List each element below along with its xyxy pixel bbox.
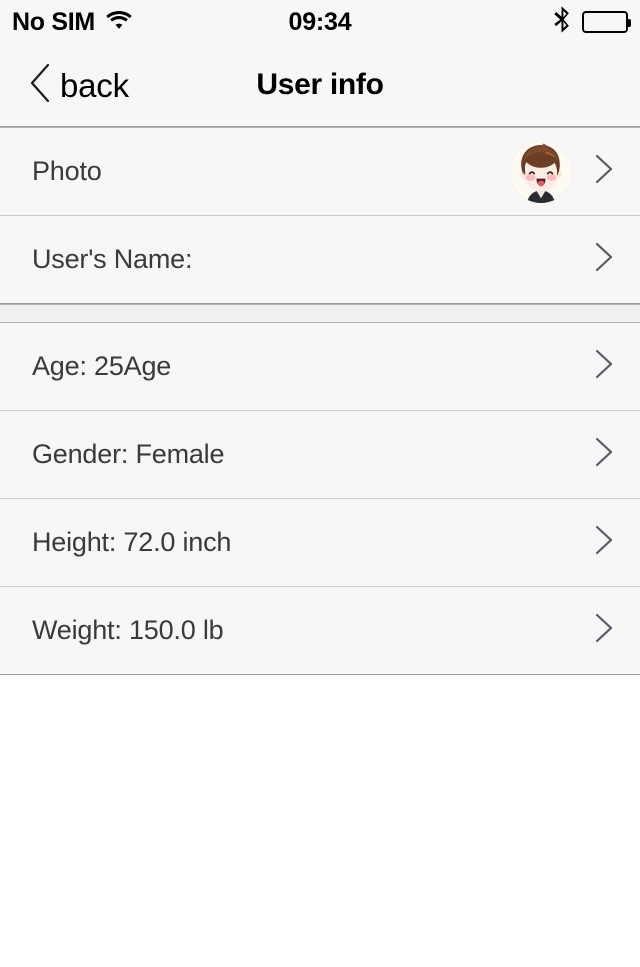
row-weight[interactable]: Weight: 150.0 lb [0, 587, 640, 675]
section-body-metrics: Age: 25Age Gender: Female Height: 72.0 i… [0, 323, 640, 675]
chevron-right-icon [594, 525, 614, 560]
chevron-right-icon [594, 613, 614, 648]
status-bar: No SIM 09:34 [0, 0, 640, 44]
row-age-accessory [594, 349, 614, 384]
row-gender-label: Gender: Female [32, 439, 225, 469]
row-photo-label: Photo [32, 156, 102, 186]
row-height-accessory [594, 525, 614, 560]
back-button-label: back [60, 66, 129, 104]
row-user-name[interactable]: User's Name: [0, 216, 640, 304]
chevron-right-icon [594, 154, 614, 189]
status-bar-right [553, 0, 631, 44]
chevron-right-icon [594, 242, 614, 277]
row-weight-label: Weight: 150.0 lb [32, 615, 224, 645]
row-height[interactable]: Height: 72.0 inch [0, 499, 640, 587]
battery-icon [582, 11, 631, 33]
row-photo-accessory [510, 140, 614, 203]
row-photo[interactable]: Photo [0, 128, 640, 216]
row-user-name-label: User's Name: [32, 244, 193, 274]
status-bar-left: No SIM [12, 7, 132, 36]
bluetooth-icon [553, 6, 570, 38]
chevron-right-icon [594, 349, 614, 384]
user-info-screen: No SIM 09:34 back User info Photo User's… [0, 0, 640, 967]
chevron-left-icon [30, 63, 50, 107]
carrier-label: No SIM [12, 7, 95, 36]
row-gender[interactable]: Gender: Female [0, 411, 640, 499]
empty-area [0, 675, 640, 967]
row-height-label: Height: 72.0 inch [32, 527, 232, 557]
avatar[interactable] [510, 140, 572, 203]
section-profile: Photo User's Name: [0, 127, 640, 304]
navigation-bar: back User info [0, 44, 640, 127]
section-separator [0, 304, 640, 323]
settings-table: Photo User's Name: Age: 25Age Gender: Fe… [0, 127, 640, 967]
back-button[interactable]: back [30, 44, 129, 126]
row-weight-accessory [594, 613, 614, 648]
row-age-label: Age: 25Age [32, 351, 172, 381]
row-gender-accessory [594, 437, 614, 472]
row-age[interactable]: Age: 25Age [0, 323, 640, 411]
row-user-name-accessory [594, 242, 614, 277]
wifi-icon [106, 10, 132, 34]
chevron-right-icon [594, 437, 614, 472]
